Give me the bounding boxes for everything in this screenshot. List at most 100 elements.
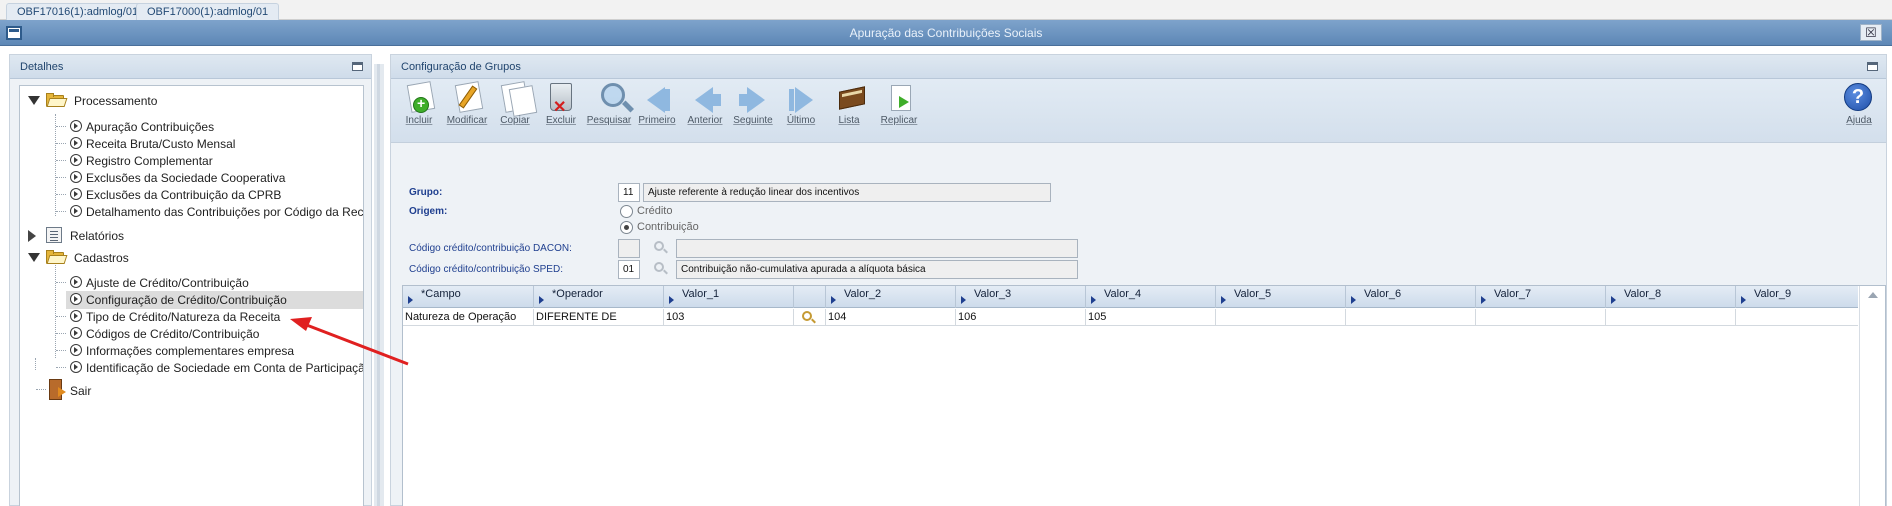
tree-node-sair[interactable]: Sair (24, 379, 224, 403)
cell-valor-5[interactable] (1216, 309, 1346, 326)
tree-item-exclusoes-cooperativa[interactable]: Exclusões da Sociedade Cooperativa (20, 169, 360, 187)
cell-valor-4[interactable]: 105 (1086, 309, 1216, 326)
panel-splitter[interactable] (374, 64, 384, 506)
modificar-button[interactable]: Modificar (445, 81, 489, 139)
tree-item-label: Detalhamento das Contribuições por Códig… (86, 205, 364, 219)
cell-valor-2[interactable]: 104 (826, 309, 956, 326)
help-icon: ? (1844, 83, 1872, 111)
column-header-valor-5[interactable]: Valor_5 (1216, 286, 1346, 308)
sort-triangle-icon (1481, 296, 1486, 304)
window-title: Apuração das Contribuições Sociais (849, 26, 1043, 40)
cell-valor-1[interactable]: 103 (664, 309, 794, 326)
column-header-valor-2[interactable]: Valor_2 (826, 286, 956, 308)
ajuda-button[interactable]: ? Ajuda (1837, 81, 1881, 139)
edit-document-icon (453, 81, 484, 113)
pesquisar-button[interactable]: Pesquisar (587, 81, 631, 139)
lookup-magnifier-icon[interactable] (802, 311, 812, 321)
grupo-description-field[interactable]: Ajuste referente à redução linear dos in… (643, 183, 1051, 202)
column-header-valor-7[interactable]: Valor_7 (1476, 286, 1606, 308)
tree-item-label: Receita Bruta/Custo Mensal (86, 137, 236, 151)
cell-valor-6[interactable] (1346, 309, 1476, 326)
tree-item-tipo-credito[interactable]: Tipo de Crédito/Natureza da Receita (20, 308, 360, 326)
minimize-panel-icon[interactable] (352, 62, 363, 71)
action-toolbar: Incluir Modificar Copiar ✕ Excluir Pesqu… (391, 79, 1886, 143)
column-header-operador[interactable]: *Operador (534, 286, 664, 308)
cell-valor-8[interactable] (1606, 309, 1736, 326)
tree-item-label: Exclusões da Contribuição da CPRB (86, 188, 282, 202)
tree-node-relatorios[interactable]: Relatórios (24, 227, 354, 245)
copiar-button[interactable]: Copiar (493, 81, 538, 139)
tree-item-registro-complementar[interactable]: Registro Complementar (20, 152, 360, 170)
magnifier-icon (595, 83, 625, 113)
replicar-button[interactable]: Replicar (877, 81, 921, 139)
tree-item-label: Identificação de Sociedade em Conta de P… (86, 361, 364, 375)
grid-vertical-scrollbar[interactable] (1859, 286, 1885, 506)
tree-item-apuracao-contribuicoes[interactable]: Apuração Contribuições (20, 118, 360, 136)
expand-caret-icon[interactable] (28, 230, 36, 242)
column-header-campo[interactable]: *Campo (403, 286, 534, 308)
collapse-caret-icon[interactable] (28, 96, 40, 105)
dacon-code-field[interactable] (618, 239, 640, 258)
tab-obf17016[interactable]: OBF17016(1):admlog/01 (6, 3, 150, 20)
column-header-valor-3[interactable]: Valor_3 (956, 286, 1086, 308)
dacon-lookup-icon[interactable] (654, 241, 664, 251)
column-header-valor-1[interactable]: Valor_1 (664, 286, 794, 308)
tree-item-ajuste-credito[interactable]: Ajuste de Crédito/Contribuição (20, 274, 360, 292)
tree-item-label: Exclusões da Sociedade Cooperativa (86, 171, 286, 185)
cell-valor-9[interactable] (1736, 309, 1858, 326)
sped-code-field[interactable]: 01 (618, 260, 640, 279)
scroll-up-icon[interactable] (1868, 292, 1878, 298)
cell-valor-3[interactable]: 106 (956, 309, 1086, 326)
tree-item-informacoes-empresa[interactable]: Informações complementares empresa (20, 342, 360, 360)
tree-item-detalhamento-contribuicoes[interactable]: Detalhamento das Contribuições por Códig… (20, 203, 364, 221)
tab-obf17000[interactable]: OBF17000(1):admlog/01 (136, 3, 280, 20)
primeiro-button[interactable]: Primeiro (635, 81, 679, 139)
column-header-valor-6[interactable]: Valor_6 (1346, 286, 1476, 308)
cell-valor-7[interactable] (1476, 309, 1606, 326)
lista-button[interactable]: Lista (827, 81, 871, 139)
cell-lookup[interactable] (794, 309, 826, 326)
window-close-button[interactable]: ☒ (1860, 24, 1882, 41)
arrow-circle-icon (70, 361, 82, 373)
tree-item-label: Apuração Contribuições (86, 120, 215, 134)
tree-node-label: Relatórios (70, 229, 125, 243)
details-panel-title: Detalhes (20, 61, 64, 73)
details-panel-header: Detalhes (10, 55, 371, 79)
sort-triangle-icon (1611, 296, 1616, 304)
minimize-panel-icon[interactable] (1867, 62, 1878, 71)
grupo-code-field[interactable]: 11 (618, 183, 640, 202)
previous-record-icon (691, 83, 721, 113)
exit-door-icon (48, 379, 68, 401)
excluir-button[interactable]: ✕ Excluir (539, 81, 583, 139)
origem-credito-label: Crédito (637, 205, 673, 217)
report-icon (46, 227, 62, 243)
group-config-title: Configuração de Grupos (401, 61, 521, 73)
tree-node-processamento[interactable]: Processamento (24, 92, 354, 110)
sped-lookup-icon[interactable] (654, 262, 664, 272)
tree-node-label: Sair (70, 384, 92, 398)
incluir-button[interactable]: Incluir (397, 81, 441, 139)
app-root: OBF17016(1):admlog/01 OBF17000(1):admlog… (0, 0, 1892, 506)
origem-contribuicao-radio[interactable] (620, 221, 633, 234)
tree-item-configuracao-credito-selected[interactable]: Configuração de Crédito/Contribuição (66, 291, 363, 309)
origem-credito-radio[interactable] (620, 205, 633, 218)
tree-item-receita-bruta[interactable]: Receita Bruta/Custo Mensal (20, 135, 360, 153)
cell-campo[interactable]: Natureza de Operação (403, 309, 534, 326)
cell-operador[interactable]: DIFERENTE DE (534, 309, 664, 326)
arrow-circle-icon (70, 293, 82, 305)
collapse-caret-icon[interactable] (28, 253, 40, 262)
column-header-valor-9[interactable]: Valor_9 (1736, 286, 1858, 308)
anterior-button[interactable]: Anterior (683, 81, 727, 139)
seguinte-button[interactable]: Seguinte (731, 81, 775, 139)
toolbar-label: Replicar (880, 115, 918, 126)
open-folder-icon (46, 93, 68, 107)
table-row[interactable]: Natureza de Operação DIFERENTE DE 103 10… (403, 309, 1858, 326)
tree-item-identificacao-sociedade[interactable]: Identificação de Sociedade em Conta de P… (20, 359, 364, 377)
column-header-valor-4[interactable]: Valor_4 (1086, 286, 1216, 308)
open-folder-icon (46, 250, 68, 264)
column-header-valor-8[interactable]: Valor_8 (1606, 286, 1736, 308)
tree-item-codigos-credito[interactable]: Códigos de Crédito/Contribuição (20, 325, 360, 343)
tree-node-cadastros[interactable]: Cadastros (24, 249, 354, 267)
ultimo-button[interactable]: Último (779, 81, 823, 139)
tree-item-exclusoes-cprb[interactable]: Exclusões da Contribuição da CPRB (20, 186, 360, 204)
